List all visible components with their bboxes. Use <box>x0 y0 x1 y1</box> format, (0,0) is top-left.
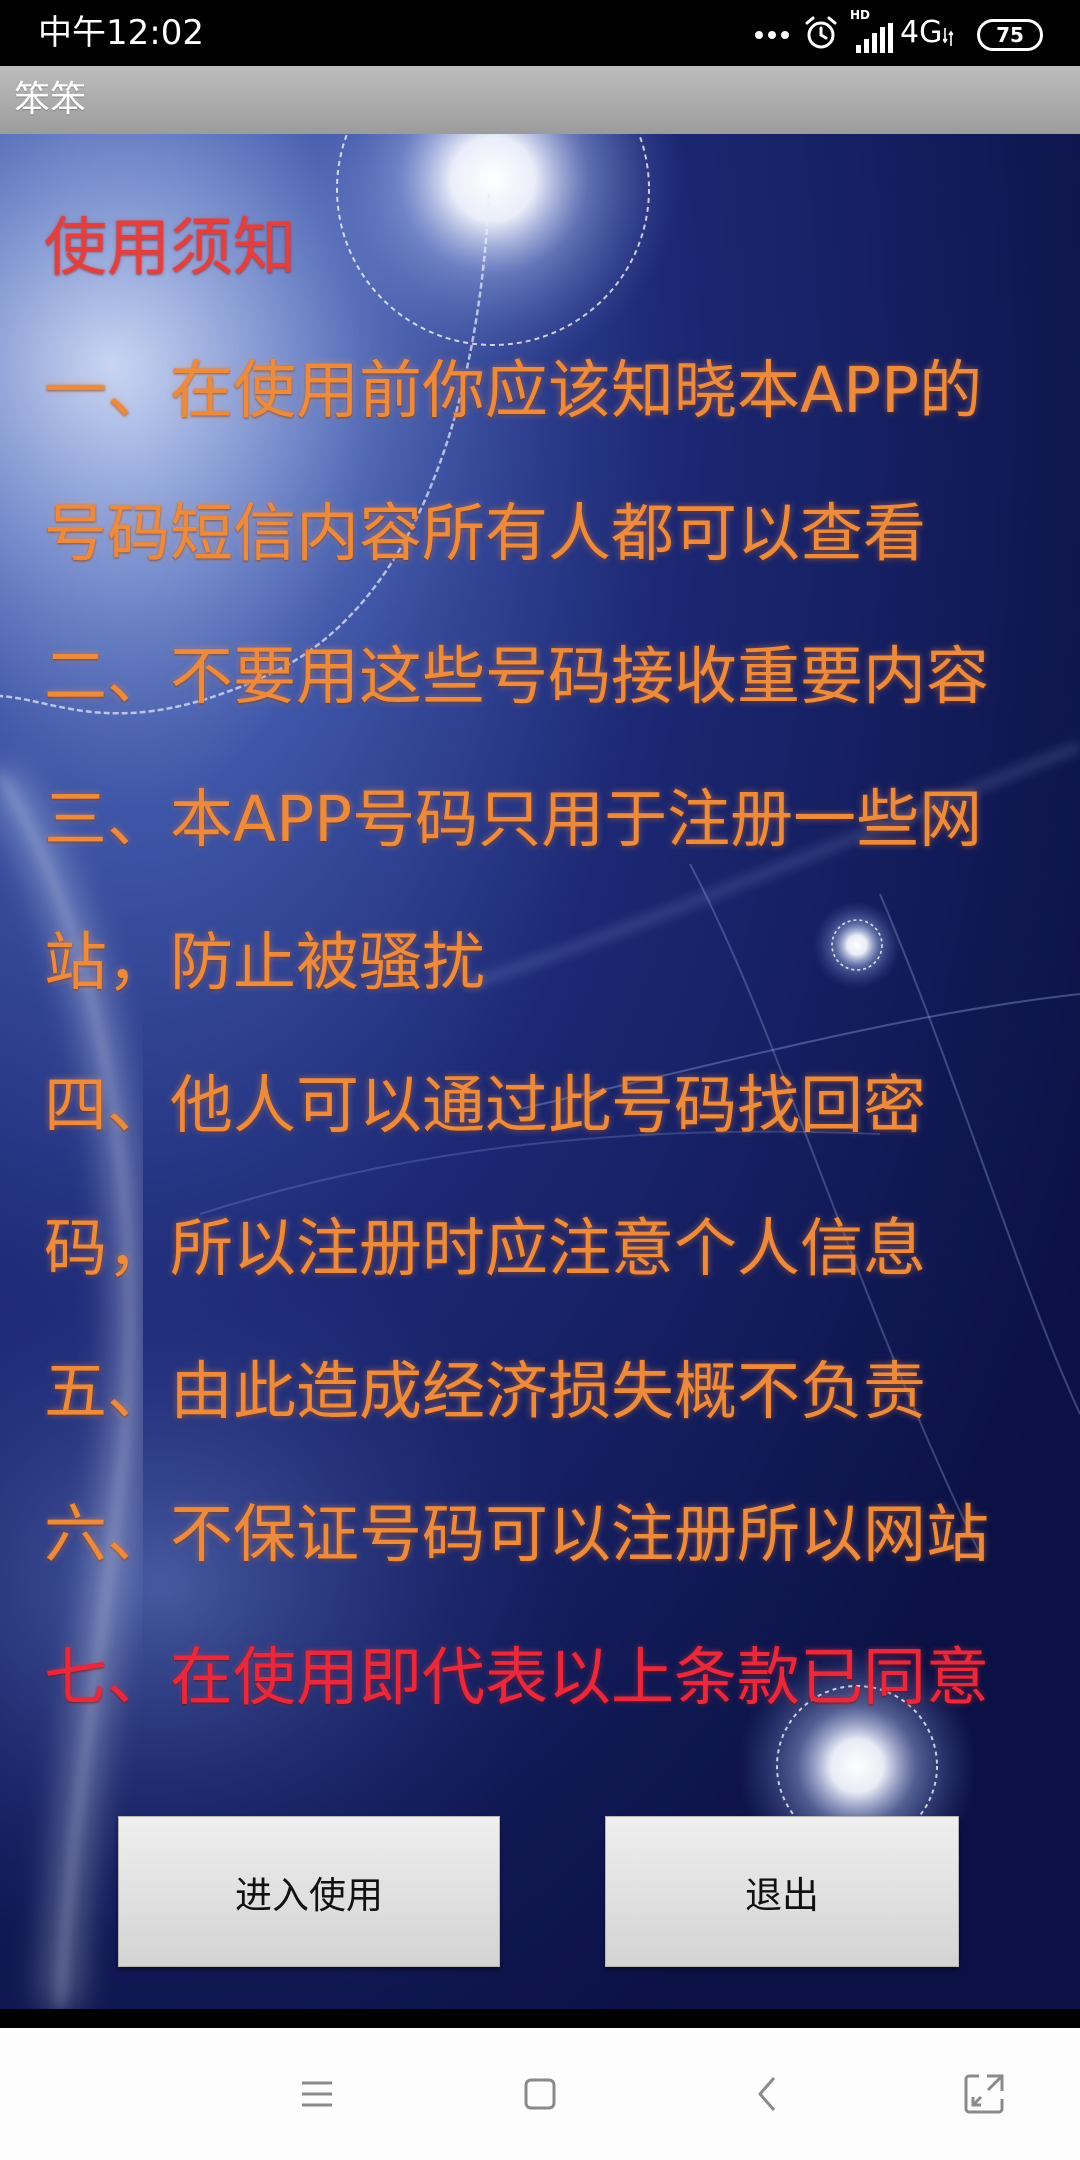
exit-button[interactable]: 退出 <box>605 1816 959 1967</box>
notice-line: 四、他人可以通过此号码找回密 <box>44 1069 926 1142</box>
screenshot-icon[interactable] <box>956 2066 1012 2122</box>
alarm-icon <box>804 15 838 51</box>
notice-line: 五、由此造成经济损失概不负责 <box>44 1355 926 1428</box>
usage-notice: 使用须知 一、在使用前你应该知晓本APP的 号码短信内容所有人都可以查看 二、不… <box>44 176 1054 1749</box>
battery-icon: 75 <box>977 19 1043 51</box>
hd-label: HD <box>850 8 871 22</box>
notice-line: 一、在使用前你应该知晓本APP的 <box>44 354 983 427</box>
status-bar: 中午12:02 HD 4G 75 <box>0 0 1080 66</box>
notice-title: 使用须知 <box>44 211 296 284</box>
home-icon[interactable] <box>512 2066 568 2122</box>
main-content: 使用须知 一、在使用前你应该知晓本APP的 号码短信内容所有人都可以查看 二、不… <box>0 134 1080 2009</box>
back-icon[interactable] <box>739 2066 795 2122</box>
system-nav-bar <box>0 2028 1080 2160</box>
network-type-label: 4G <box>900 15 943 50</box>
notice-line: 二、不要用这些号码接收重要内容 <box>44 640 989 713</box>
signal-icon: HD <box>850 9 896 53</box>
more-notifications-icon <box>752 27 792 41</box>
notice-line: 码，所以注册时应注意个人信息 <box>44 1212 926 1285</box>
data-arrows-icon <box>942 28 954 46</box>
enter-button[interactable]: 进入使用 <box>118 1816 500 1967</box>
menu-icon[interactable] <box>289 2066 345 2122</box>
notice-line: 号码短信内容所有人都可以查看 <box>44 497 926 570</box>
notice-line: 三、本APP号码只用于注册一些网 <box>44 783 983 856</box>
battery-level: 75 <box>996 23 1024 47</box>
notice-line-agreement: 七、在使用即代表以上条款已同意 <box>44 1641 989 1714</box>
status-time: 中午12:02 <box>38 13 204 53</box>
app-title: 笨笨 <box>14 79 87 120</box>
divider-strip <box>0 2009 1080 2028</box>
notice-line: 站，防止被骚扰 <box>44 926 485 999</box>
notice-line: 六、不保证号码可以注册所以网站 <box>44 1498 989 1571</box>
app-bar: 笨笨 <box>0 66 1080 134</box>
